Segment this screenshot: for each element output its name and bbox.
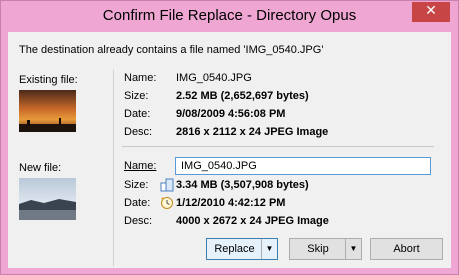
new-desc-value: 4000 x 2672 x 24 JPEG Image xyxy=(176,215,329,227)
existing-name-value: IMG_0540.JPG xyxy=(176,72,252,84)
newer-date-icon xyxy=(161,197,173,209)
vertical-divider xyxy=(113,70,114,266)
skip-button-label: Skip xyxy=(307,243,329,255)
dialog-window: Confirm File Replace - Directory Opus ✕ … xyxy=(0,0,459,275)
new-size-value: 3.34 MB (3,507,908 bytes) xyxy=(176,179,309,191)
larger-file-icon xyxy=(160,178,174,192)
new-file-thumbnail xyxy=(19,178,76,220)
new-date-value: 1/12/2010 4:42:12 PM xyxy=(176,197,286,209)
title-bar[interactable]: Confirm File Replace - Directory Opus ✕ xyxy=(1,1,458,31)
existing-date-value: 9/08/2009 4:56:08 PM xyxy=(176,108,286,120)
replace-button-label: Replace xyxy=(214,243,255,255)
new-name-input[interactable] xyxy=(175,157,431,175)
window-title: Confirm File Replace - Directory Opus xyxy=(102,7,357,24)
existing-desc-label: Desc: xyxy=(124,126,153,138)
existing-size-value: 2.52 MB (2,652,697 bytes) xyxy=(176,90,309,102)
abort-button[interactable]: Abort xyxy=(370,238,443,260)
horizontal-divider xyxy=(122,146,434,147)
new-name-label: Name: xyxy=(124,160,157,172)
existing-desc-value: 2816 x 2112 x 24 JPEG Image xyxy=(176,126,329,138)
replace-message: The destination already contains a file … xyxy=(19,44,324,56)
close-button[interactable]: ✕ xyxy=(412,2,450,22)
replace-button[interactable]: Replace ▼ xyxy=(206,238,278,260)
new-file-label: New file: xyxy=(19,162,62,174)
abort-button-label: Abort xyxy=(393,243,420,255)
dialog-body: The destination already contains a file … xyxy=(8,32,451,268)
close-icon: ✕ xyxy=(425,3,437,19)
existing-name-label: Name: xyxy=(124,72,157,84)
new-desc-label: Desc: xyxy=(124,215,153,227)
skip-dropdown-icon[interactable]: ▼ xyxy=(346,239,361,259)
existing-size-label: Size: xyxy=(124,90,149,102)
existing-date-label: Date: xyxy=(124,108,151,120)
replace-dropdown-icon[interactable]: ▼ xyxy=(262,239,277,259)
existing-file-thumbnail xyxy=(19,90,76,132)
skip-button[interactable]: Skip ▼ xyxy=(289,238,362,260)
existing-file-label: Existing file: xyxy=(19,74,78,86)
